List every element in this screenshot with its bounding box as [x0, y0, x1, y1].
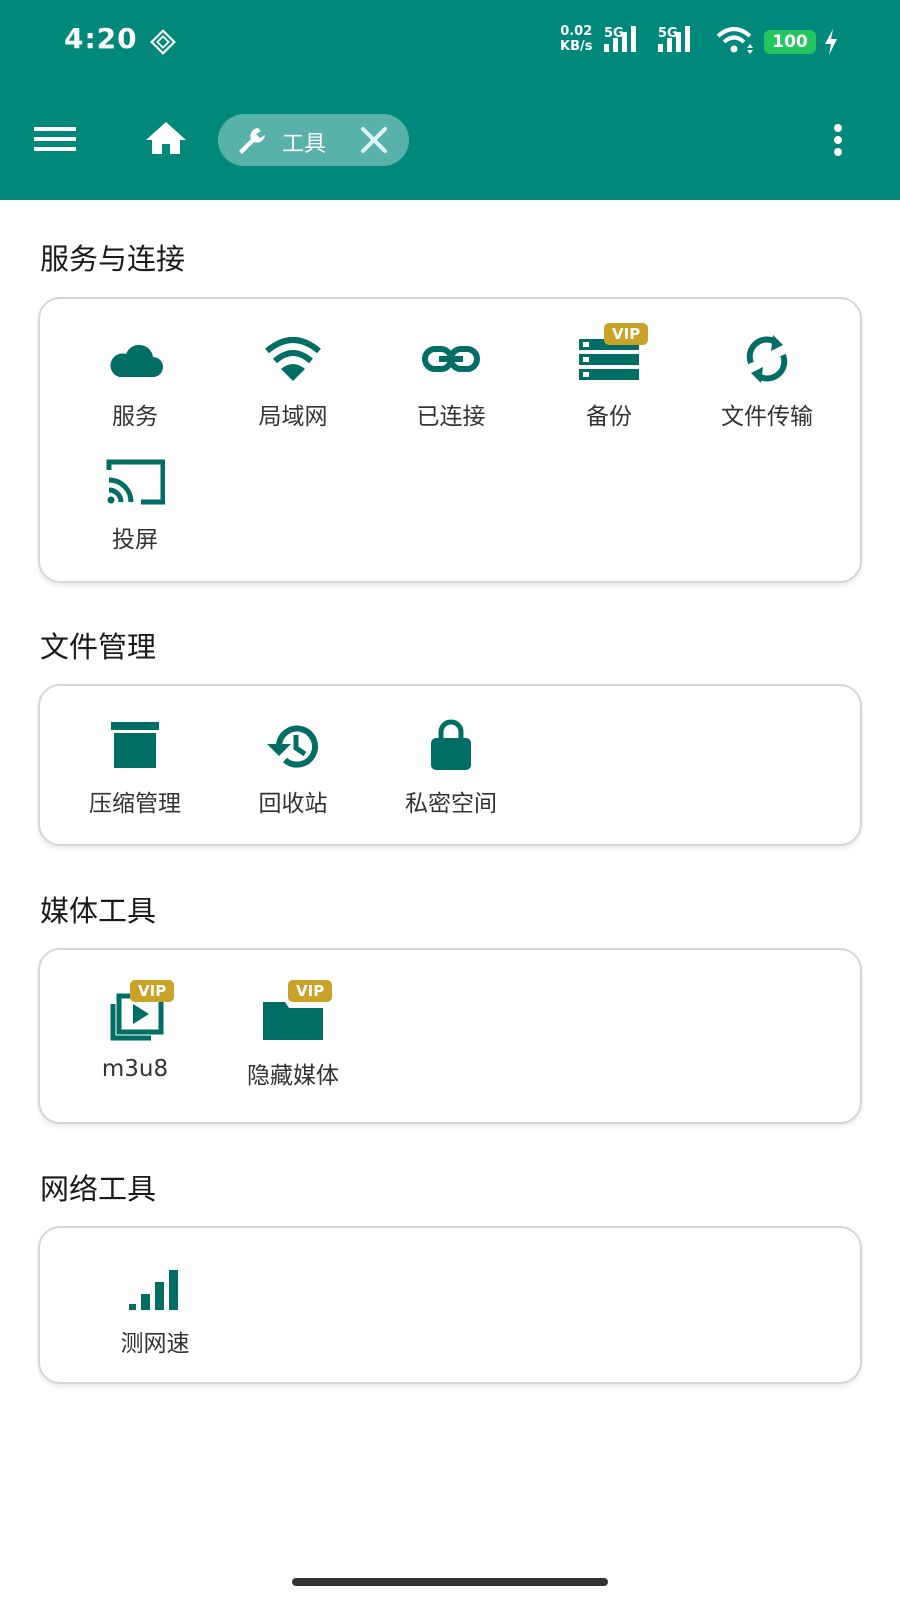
- cloud-icon: [110, 344, 163, 377]
- wifi-status-icon: [716, 27, 753, 54]
- tool-label: m3u8: [101, 1056, 169, 1082]
- tool-label: 备份: [586, 404, 632, 430]
- card-file-management: 压缩管理 回收站 私密空间: [38, 684, 862, 846]
- tool-label: 局域网: [258, 404, 328, 430]
- tool-label: 已连接: [416, 404, 486, 430]
- nfc-diamond-icon: [150, 29, 176, 55]
- tool-label: 投屏: [112, 527, 158, 553]
- sim2-signal: 5G: [658, 24, 708, 54]
- status-bar: 4:20 0.02 KB/s 5G 5G 100: [0, 0, 900, 84]
- wifi-icon: [265, 337, 321, 381]
- lock-icon: [431, 719, 471, 770]
- wrench-icon: [239, 128, 265, 154]
- tool-m3u8[interactable]: VIP m3u8: [60, 980, 210, 1100]
- tool-label: 私密空间: [405, 791, 497, 817]
- section-title-network-tools: 网络工具: [40, 1172, 157, 1206]
- signal-bars-icon: [129, 1270, 178, 1310]
- tool-hidden-media[interactable]: VIP 隐藏媒体: [218, 980, 368, 1100]
- tab-chip-label: 工具: [282, 132, 327, 157]
- tool-speed-test[interactable]: 测网速: [80, 1264, 230, 1374]
- sim1-signal: 5G: [604, 24, 654, 54]
- archive-icon: [111, 722, 159, 768]
- network-speed-value: 0.02: [560, 24, 593, 39]
- section-title-services: 服务与连接: [40, 242, 186, 276]
- network-speed: 0.02 KB/s: [560, 24, 592, 54]
- card-services: 服务 局域网 已连接 VIP 备份 文件传输 投屏: [38, 297, 862, 583]
- tool-backup[interactable]: VIP 备份: [534, 323, 684, 441]
- section-title-file-management: 文件管理: [40, 630, 157, 664]
- section-title-media-tools: 媒体工具: [40, 894, 157, 928]
- tool-label: 隐藏媒体: [247, 1063, 339, 1089]
- more-vert-icon[interactable]: [828, 120, 848, 160]
- tool-label: 回收站: [258, 791, 328, 817]
- tool-recycle-bin[interactable]: 回收站: [218, 718, 368, 828]
- tab-chip-tools[interactable]: 工具: [218, 114, 409, 166]
- close-icon[interactable]: [356, 124, 392, 158]
- tool-cast[interactable]: 投屏: [60, 454, 210, 564]
- tool-private-space[interactable]: 私密空间: [376, 718, 526, 828]
- network-speed-unit: KB/s: [560, 39, 593, 54]
- history-icon: [267, 725, 318, 768]
- tool-service[interactable]: 服务: [60, 331, 210, 441]
- menu-icon[interactable]: [30, 118, 82, 160]
- cell-signal-icon: [658, 26, 690, 52]
- sync-icon: [746, 335, 788, 383]
- cast-icon: [106, 459, 165, 505]
- app-bar: 4:20 0.02 KB/s 5G 5G 100 工具: [0, 0, 900, 200]
- status-time: 4:20: [64, 22, 138, 55]
- card-media-tools: VIP m3u8 VIP 隐藏媒体: [38, 948, 862, 1124]
- tool-label: 压缩管理: [89, 791, 181, 817]
- tool-label: 服务: [112, 404, 158, 430]
- home-indicator[interactable]: [292, 1578, 608, 1586]
- tool-label: 测网速: [120, 1331, 190, 1357]
- tool-file-transfer[interactable]: 文件传输: [692, 331, 842, 441]
- tool-lan[interactable]: 局域网: [218, 331, 368, 441]
- cell-signal-icon: [604, 26, 636, 52]
- card-network-tools: 测网速: [38, 1226, 862, 1384]
- home-icon[interactable]: [144, 118, 188, 158]
- vip-badge: VIP: [130, 980, 175, 1002]
- charging-bolt-icon: [825, 29, 837, 55]
- battery-indicator: 100: [764, 30, 816, 54]
- link-icon: [422, 346, 480, 372]
- tool-connected[interactable]: 已连接: [376, 331, 526, 441]
- vip-badge: VIP: [604, 323, 649, 345]
- tool-archive-manager[interactable]: 压缩管理: [60, 718, 210, 828]
- tool-label: 文件传输: [721, 404, 813, 430]
- vip-badge: VIP: [288, 980, 333, 1002]
